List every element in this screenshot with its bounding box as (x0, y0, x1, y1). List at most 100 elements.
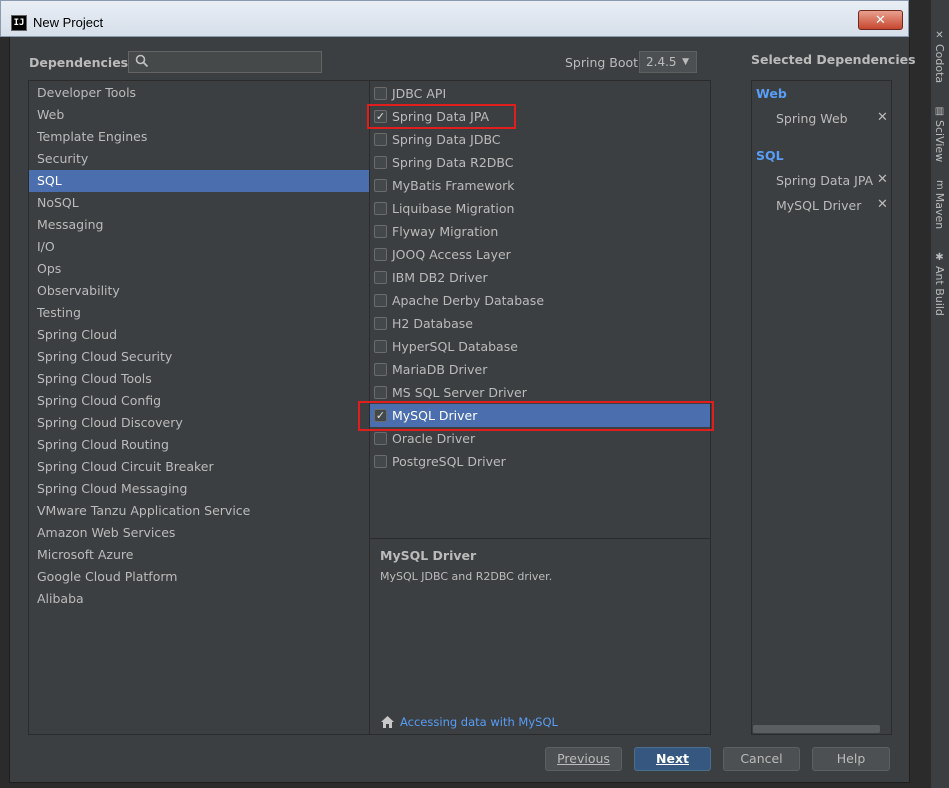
category-item[interactable]: VMware Tanzu Application Service (29, 500, 369, 522)
category-list: Developer Tools Web Template Engines Securi… (28, 80, 370, 735)
checkbox-icon[interactable] (374, 455, 387, 468)
dependencies-label: Dependencies (29, 55, 129, 70)
dependency-label: HyperSQL Database (392, 339, 518, 354)
category-item[interactable]: Spring Cloud (29, 324, 369, 346)
category-item[interactable]: Spring Cloud Discovery (29, 412, 369, 434)
guide-link-accessing-data-mysql[interactable]: Accessing data with MySQL (400, 715, 558, 729)
category-item[interactable]: Spring Cloud Security (29, 346, 369, 368)
category-item[interactable]: Messaging (29, 214, 369, 236)
dependency-item[interactable]: Apache Derby Database (370, 289, 710, 312)
dependency-item[interactable]: PostgreSQL Driver (370, 450, 710, 473)
category-item[interactable]: Developer Tools (29, 82, 369, 104)
checkbox-icon[interactable] (374, 87, 387, 100)
spring-boot-version-value: 2.4.5 (646, 55, 677, 69)
dependency-label: JOOQ Access Layer (392, 247, 511, 262)
tool-window-codota[interactable]: ✕ Codota (933, 30, 946, 83)
dependency-item[interactable]: HyperSQL Database (370, 335, 710, 358)
dependency-item[interactable]: Spring Data R2DBC (370, 151, 710, 174)
spring-boot-label: Spring Boot (565, 55, 639, 70)
tool-window-ant-build[interactable]: ✱ Ant Build (933, 252, 946, 316)
dependency-label: Apache Derby Database (392, 293, 545, 308)
codota-icon: ✕ (934, 30, 945, 41)
category-item[interactable]: Amazon Web Services (29, 522, 369, 544)
previous-button[interactable]: Previous (545, 747, 622, 771)
category-item[interactable]: I/O (29, 236, 369, 258)
checkbox-icon[interactable] (374, 340, 387, 353)
category-item[interactable]: Spring Cloud Circuit Breaker (29, 456, 369, 478)
checkbox-icon[interactable] (374, 386, 387, 399)
dependency-label: MyBatis Framework (392, 178, 515, 193)
dependency-item[interactable]: Oracle Driver (370, 427, 710, 450)
checkbox-icon[interactable] (374, 363, 387, 376)
next-button-label: Next (656, 751, 689, 766)
checkbox-icon[interactable] (374, 294, 387, 307)
selected-item-spring-data-jpa: Spring Data JPA (776, 173, 874, 188)
cancel-button[interactable]: Cancel (723, 747, 800, 771)
dependency-label: H2 Database (392, 316, 473, 331)
category-item[interactable]: Spring Cloud Routing (29, 434, 369, 456)
category-item[interactable]: Alibaba (29, 588, 369, 610)
checkbox-icon[interactable] (374, 225, 387, 238)
tool-window-label: SciView (933, 120, 946, 163)
category-item[interactable]: Spring Cloud Messaging (29, 478, 369, 500)
checkbox-icon[interactable] (374, 271, 387, 284)
selected-horizontal-scrollbar[interactable] (753, 725, 880, 733)
window-close-button[interactable]: ✕ (858, 10, 903, 30)
category-item[interactable]: Testing (29, 302, 369, 324)
chevron-down-icon: ▼ (682, 57, 689, 67)
right-tool-strip: ✕ Codota ▥ SciView m Maven ✱ Ant Build (930, 0, 949, 788)
dependency-label: IBM DB2 Driver (392, 270, 488, 285)
checkbox-icon[interactable] (374, 432, 387, 445)
tool-window-sciview[interactable]: ▥ SciView (933, 106, 946, 162)
dependency-item[interactable]: JDBC API (370, 82, 710, 105)
category-item[interactable]: Microsoft Azure (29, 544, 369, 566)
checkbox-icon[interactable] (374, 202, 387, 215)
dependency-item[interactable]: MyBatis Framework (370, 174, 710, 197)
dependency-label: Flyway Migration (392, 224, 499, 239)
remove-mysql-driver-icon[interactable]: ✕ (877, 197, 888, 212)
help-button[interactable]: Help (812, 747, 890, 771)
next-button[interactable]: Next (634, 747, 711, 771)
dependency-label: Liquibase Migration (392, 201, 515, 216)
category-item[interactable]: Observability (29, 280, 369, 302)
category-item[interactable]: Google Cloud Platform (29, 566, 369, 588)
dependency-label: Spring Data JDBC (392, 132, 501, 147)
title-bar (0, 0, 909, 37)
selected-item-mysql-driver: MySQL Driver (776, 198, 862, 213)
remove-spring-web-icon[interactable]: ✕ (877, 110, 888, 125)
dependency-label: Oracle Driver (392, 431, 476, 446)
checkbox-icon[interactable] (374, 248, 387, 261)
dependency-item[interactable]: Liquibase Migration (370, 197, 710, 220)
category-item[interactable]: SQL (29, 170, 369, 192)
tool-window-label: Maven (933, 192, 946, 230)
remove-spring-data-jpa-icon[interactable]: ✕ (877, 172, 888, 187)
checkbox-icon[interactable] (374, 133, 387, 146)
selected-item-spring-web: Spring Web (776, 111, 848, 126)
dependency-item[interactable]: Flyway Migration (370, 220, 710, 243)
window-title: New Project (33, 15, 104, 30)
category-item[interactable]: Spring Cloud Tools (29, 368, 369, 390)
dependency-item[interactable]: H2 Database (370, 312, 710, 335)
dependency-item[interactable]: MariaDB Driver (370, 358, 710, 381)
checkbox-icon[interactable] (374, 179, 387, 192)
checkbox-icon[interactable] (374, 317, 387, 330)
category-item[interactable]: Ops (29, 258, 369, 280)
dependency-search-input[interactable] (128, 51, 322, 73)
category-item[interactable]: Security (29, 148, 369, 170)
checkbox-icon[interactable] (374, 156, 387, 169)
spring-boot-version-select[interactable]: 2.4.5 ▼ (639, 51, 697, 73)
maven-icon: m (934, 180, 945, 190)
selected-dependencies-title: Selected Dependencies (751, 52, 916, 67)
dependency-item[interactable]: Spring Data JDBC (370, 128, 710, 151)
dependency-item[interactable]: JOOQ Access Layer (370, 243, 710, 266)
tool-window-maven[interactable]: m Maven (933, 180, 946, 229)
category-item[interactable]: Spring Cloud Config (29, 390, 369, 412)
category-item[interactable]: Web (29, 104, 369, 126)
help-button-label: Help (836, 751, 866, 766)
category-item[interactable]: Template Engines (29, 126, 369, 148)
dependency-item[interactable]: IBM DB2 Driver (370, 266, 710, 289)
category-item[interactable]: NoSQL (29, 192, 369, 214)
editor-background (0, 37, 9, 788)
intellij-app-icon: IJ (11, 15, 27, 31)
previous-button-label: Previous (557, 751, 610, 766)
